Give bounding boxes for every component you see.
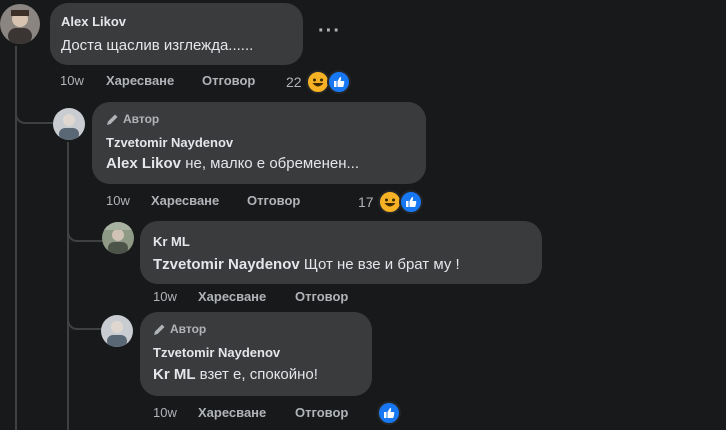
comment-author[interactable]: Tzvetomir Naydenov (106, 135, 233, 150)
comment-text: Доста щаслив изглежда...... (61, 37, 254, 54)
avatar[interactable] (102, 222, 134, 254)
like-reaction-icon (399, 190, 423, 214)
reply-button[interactable]: Отговор (202, 73, 255, 88)
comment-time[interactable]: 10w (153, 289, 177, 304)
reply-button[interactable]: Отговор (247, 193, 300, 208)
comment-time[interactable]: 10w (153, 405, 177, 420)
reply-button[interactable]: Отговор (295, 405, 348, 420)
mention[interactable]: Alex Likov (106, 155, 181, 172)
avatar[interactable] (53, 108, 85, 140)
mention[interactable]: Kr ML (153, 366, 196, 383)
author-badge: Автор (106, 112, 159, 126)
like-button[interactable]: Харесване (106, 73, 174, 88)
author-badge: Автор (153, 322, 206, 336)
thread-connector (67, 306, 103, 330)
like-reaction-icon[interactable] (377, 401, 401, 425)
comment-text: Alex Likov не, малко е обременен... (106, 155, 359, 172)
comment-bubble: Автор Tzvetomir Naydenov Alex Likov не, … (92, 102, 426, 184)
reaction-count[interactable]: 17 (358, 194, 374, 210)
more-dots-icon[interactable]: ··· (318, 20, 341, 43)
like-button[interactable]: Харесване (198, 405, 266, 420)
like-button[interactable]: Харесване (198, 289, 266, 304)
author-badge-label: Автор (123, 112, 160, 126)
comment-bubble: Kr ML Tzvetomir Naydenov Щот не взе и бр… (140, 221, 542, 284)
thread-connector (67, 220, 103, 242)
comment-time[interactable]: 10w (106, 193, 130, 208)
avatar[interactable] (0, 4, 40, 44)
comment-body: Щот не взе и брат му ! (299, 256, 460, 273)
comment-author[interactable]: Tzvetomir Naydenov (153, 345, 280, 360)
pencil-icon (107, 114, 118, 125)
reaction-count[interactable]: 22 (286, 74, 302, 90)
thread-connector (15, 100, 53, 124)
comment-author[interactable]: Alex Likov (61, 14, 126, 29)
avatar[interactable] (101, 315, 133, 347)
comment-text: Tzvetomir Naydenov Щот не взе и брат му … (153, 256, 460, 273)
reply-button[interactable]: Отговор (295, 289, 348, 304)
comment-bubble: Alex Likov Доста щаслив изглежда...... (50, 3, 303, 65)
mention[interactable]: Tzvetomir Naydenov (153, 256, 300, 273)
comment-author[interactable]: Kr ML (153, 234, 190, 249)
comment-body: не, малко е обременен... (181, 155, 360, 172)
thread-line-reply (67, 142, 69, 430)
comment-text: Kr ML взет е, спокойно! (153, 366, 318, 383)
comment-body: взет е, спокойно! (195, 366, 318, 383)
pencil-icon (154, 324, 165, 335)
like-reaction-icon (327, 70, 351, 94)
author-badge-label: Автор (170, 322, 207, 336)
comment-time[interactable]: 10w (60, 73, 84, 88)
like-button[interactable]: Харесване (151, 193, 219, 208)
comment-bubble: Автор Tzvetomir Naydenov Kr ML взет е, с… (140, 312, 372, 396)
